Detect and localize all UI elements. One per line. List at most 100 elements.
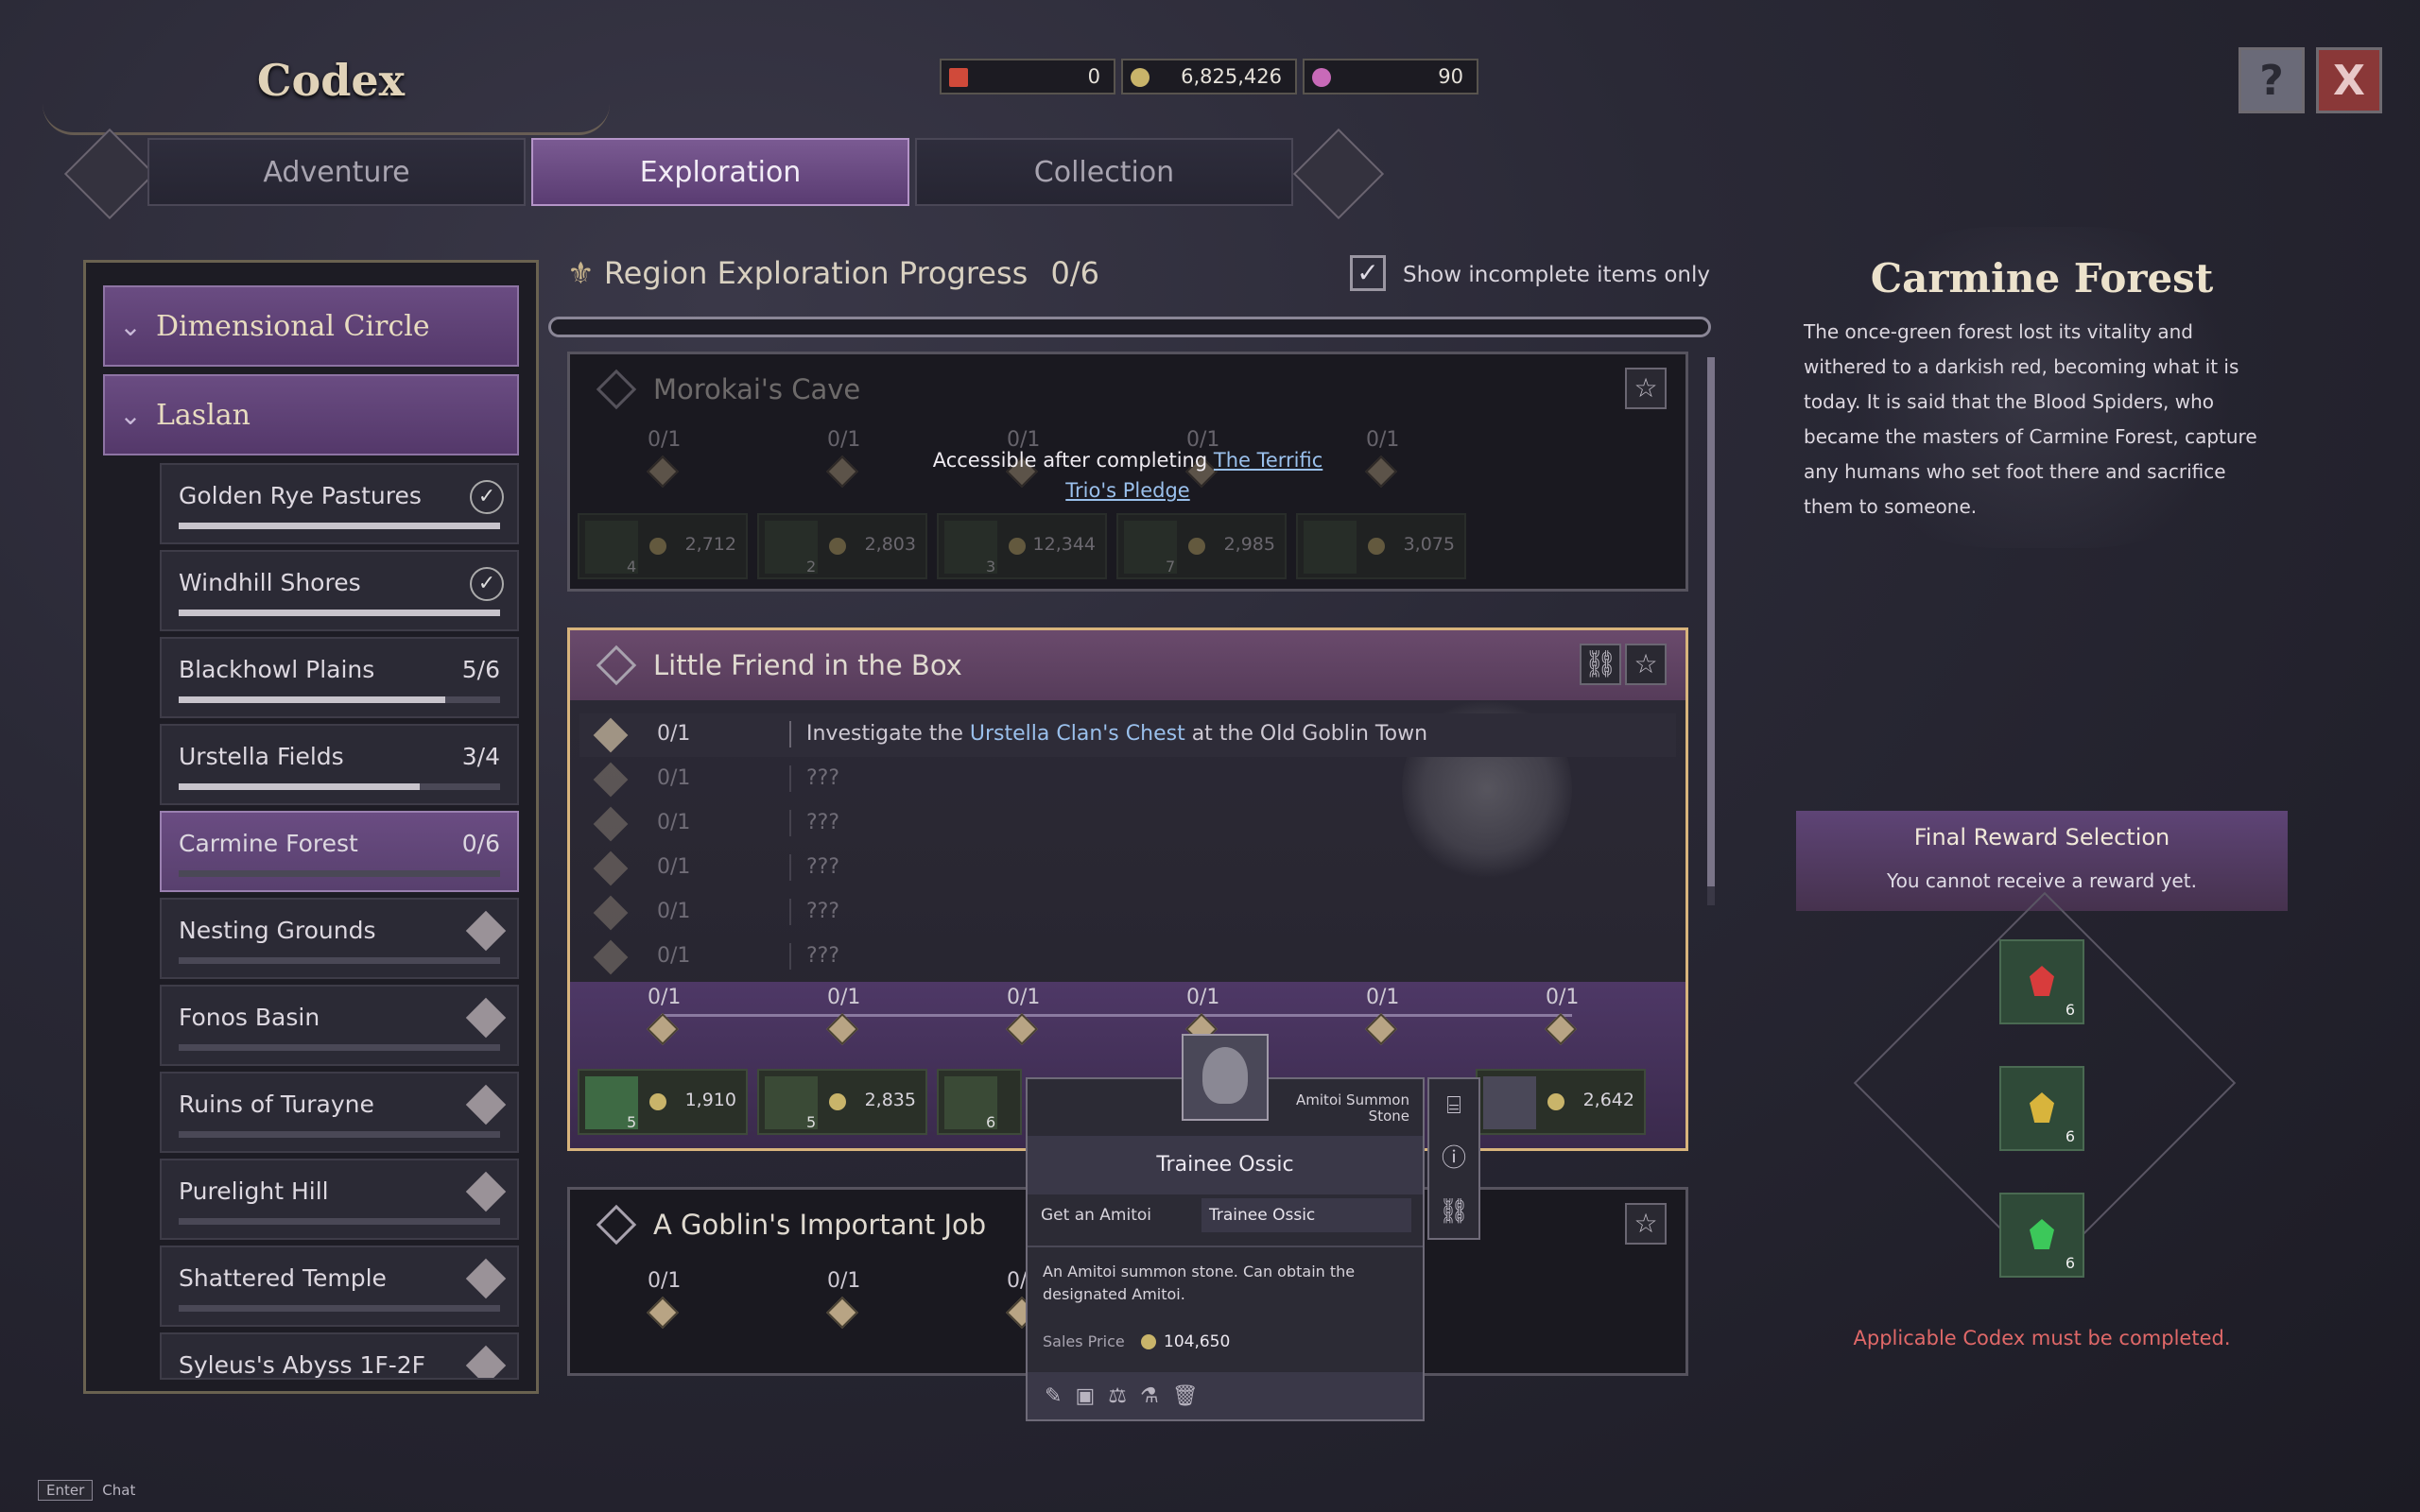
reward-value: 2,642 xyxy=(1582,1090,1634,1110)
objective-row[interactable]: 0/1 Investigate the Urstella Clan's Ches… xyxy=(579,713,1676,757)
tooltip-field-value: Trainee Ossic xyxy=(1201,1198,1411,1232)
objective-text: ??? xyxy=(806,944,840,968)
reward-value: 12,344 xyxy=(1032,534,1096,555)
amitoi-portrait-icon xyxy=(1202,1047,1248,1104)
reward-slot[interactable]: 6 xyxy=(937,1069,1022,1135)
trash-icon[interactable]: 🗑 xyxy=(1172,1384,1199,1408)
scale-icon[interactable]: ⚖ xyxy=(1108,1384,1127,1408)
reward-gem-slot[interactable]: 6 xyxy=(1999,1193,2084,1278)
separator xyxy=(789,854,791,881)
reward-slot[interactable]: 3,075 xyxy=(1296,513,1466,579)
region-item-windhill-shores[interactable]: Windhill Shores ✓ xyxy=(160,550,519,631)
reward-slot[interactable]: 2,642 xyxy=(1476,1069,1646,1135)
reward-value: 2,803 xyxy=(864,534,916,555)
category-laslan[interactable]: ⌄ Laslan xyxy=(103,374,519,455)
chat-hint[interactable]: Enter Chat xyxy=(38,1480,135,1501)
reward-gem-slot[interactable]: 6 xyxy=(1999,939,2084,1024)
progress-value: 0/6 xyxy=(1050,255,1099,291)
node-progress: 0/1 xyxy=(1186,986,1220,1009)
box-icon[interactable]: ▣ xyxy=(1075,1384,1095,1408)
region-item-shattered-temple[interactable]: Shattered Temple xyxy=(160,1246,519,1327)
card-header: Morokai's Cave xyxy=(570,354,1685,424)
objective-diamond-icon xyxy=(593,806,629,842)
objective-row[interactable]: 0/1 ??? xyxy=(579,936,1676,979)
gem-count: 6 xyxy=(2065,1254,2075,1272)
region-name: Shattered Temple xyxy=(179,1264,387,1292)
region-name: Fonos Basin xyxy=(179,1004,320,1031)
objective-row[interactable]: 0/1 ??? xyxy=(579,847,1676,890)
card-title: A Goblin's Important Job xyxy=(653,1209,987,1241)
reward-slot[interactable]: 4 2,712 xyxy=(578,513,748,579)
reward-count: 3 xyxy=(986,558,996,576)
objective-row[interactable]: 0/1 ??? xyxy=(579,802,1676,846)
reward-gem-slot[interactable]: 6 xyxy=(1999,1066,2084,1151)
region-item-urstella-fields[interactable]: Urstella Fields 3/4 xyxy=(160,724,519,805)
chat-label: Chat xyxy=(102,1482,136,1499)
favorite-star-icon[interactable]: ☆ xyxy=(1625,644,1667,685)
category-dimensional-circle[interactable]: ⌄ Dimensional Circle xyxy=(103,285,519,367)
track-line xyxy=(661,1014,1572,1017)
reward-slot[interactable]: 2 2,803 xyxy=(757,513,927,579)
objective-progress: 0/1 xyxy=(657,900,691,923)
tab-exploration[interactable]: Exploration xyxy=(531,138,909,206)
tab-next-arrow-icon[interactable] xyxy=(1292,128,1385,220)
filter-checkbox[interactable]: ✓ xyxy=(1350,255,1386,291)
scrollbar-thumb[interactable] xyxy=(1707,357,1715,886)
reward-slot[interactable]: 5 1,910 xyxy=(578,1069,748,1135)
node-diamond-icon xyxy=(647,1013,679,1045)
reward-value: 2,835 xyxy=(864,1090,916,1110)
flask-icon[interactable]: ⚗ xyxy=(1140,1384,1159,1408)
mouse-icon[interactable]: ⌸ xyxy=(1429,1079,1478,1132)
tab-adventure[interactable]: Adventure xyxy=(147,138,526,206)
region-item-carmine-forest[interactable]: Carmine Forest 0/6 xyxy=(160,811,519,892)
node-diamond-icon xyxy=(1006,1013,1038,1045)
favorite-star-icon[interactable]: ☆ xyxy=(1625,368,1667,409)
scrollbar[interactable] xyxy=(1707,357,1715,905)
tab-prev-arrow-icon[interactable] xyxy=(63,128,156,220)
help-button[interactable]: ? xyxy=(2238,47,2305,113)
node-diamond-icon xyxy=(1365,1013,1397,1045)
region-item-golden-rye-pastures[interactable]: Golden Rye Pastures ✓ xyxy=(160,463,519,544)
gold-coin-icon xyxy=(829,1093,846,1110)
checkmark-icon: ✓ xyxy=(470,567,504,601)
info-icon[interactable]: ⓘ xyxy=(1429,1132,1478,1185)
tooltip-item-name: Trainee Ossic xyxy=(1028,1136,1423,1194)
objective-link[interactable]: Urstella Clan's Chest xyxy=(970,722,1185,746)
node-diamond-icon xyxy=(1365,455,1397,488)
favorite-star-icon[interactable]: ☆ xyxy=(1625,1203,1667,1245)
objective-row[interactable]: 0/1 ??? xyxy=(579,891,1676,935)
region-item-nesting-grounds[interactable]: Nesting Grounds xyxy=(160,898,519,979)
region-progress-header: ⚜ Region Exploration Progress 0/6 xyxy=(567,255,1099,291)
objective-row[interactable]: 0/1 ??? xyxy=(579,758,1676,801)
category-label: Dimensional Circle xyxy=(156,309,430,343)
region-name: Nesting Grounds xyxy=(179,917,376,944)
region-item-ruins-of-turayne[interactable]: Ruins of Turayne xyxy=(160,1072,519,1153)
reward-value: 2,985 xyxy=(1223,534,1275,555)
gem-count: 6 xyxy=(2065,1127,2075,1145)
reward-count: 7 xyxy=(1166,558,1176,576)
link-chain-icon[interactable]: ⛓ xyxy=(1429,1185,1478,1238)
green-gem-icon xyxy=(2030,1219,2054,1249)
link-chain-icon[interactable]: ⛓ xyxy=(1580,644,1621,685)
region-item-fonos-basin[interactable]: Fonos Basin xyxy=(160,985,519,1066)
tab-collection[interactable]: Collection xyxy=(915,138,1293,206)
region-name: Golden Rye Pastures xyxy=(179,482,422,509)
reward-slot[interactable]: 5 2,835 xyxy=(757,1069,927,1135)
feather-icon[interactable]: ✎ xyxy=(1045,1384,1062,1408)
region-item-blackhowl-plains[interactable]: Blackhowl Plains 5/6 xyxy=(160,637,519,718)
region-item-syleus-abyss[interactable]: Syleus's Abyss 1F-2F xyxy=(160,1332,519,1380)
reward-slot[interactable]: 7 2,985 xyxy=(1116,513,1287,579)
objective-diamond-icon xyxy=(593,717,629,753)
reward-slot[interactable]: 3 12,344 xyxy=(937,513,1107,579)
region-item-purelight-hill[interactable]: Purelight Hill xyxy=(160,1159,519,1240)
card-title: Morokai's Cave xyxy=(653,373,861,405)
separator xyxy=(789,765,791,792)
close-button[interactable]: X xyxy=(2316,47,2382,113)
separator xyxy=(789,721,791,747)
reward-count: 5 xyxy=(806,1113,817,1131)
gold-coin-icon xyxy=(1368,538,1385,555)
page-title: Codex xyxy=(256,55,406,106)
reward-count: 2 xyxy=(806,558,817,576)
tooltip-field-label: Get an Amitoi xyxy=(1041,1206,1151,1225)
flag-token-icon xyxy=(949,68,968,87)
